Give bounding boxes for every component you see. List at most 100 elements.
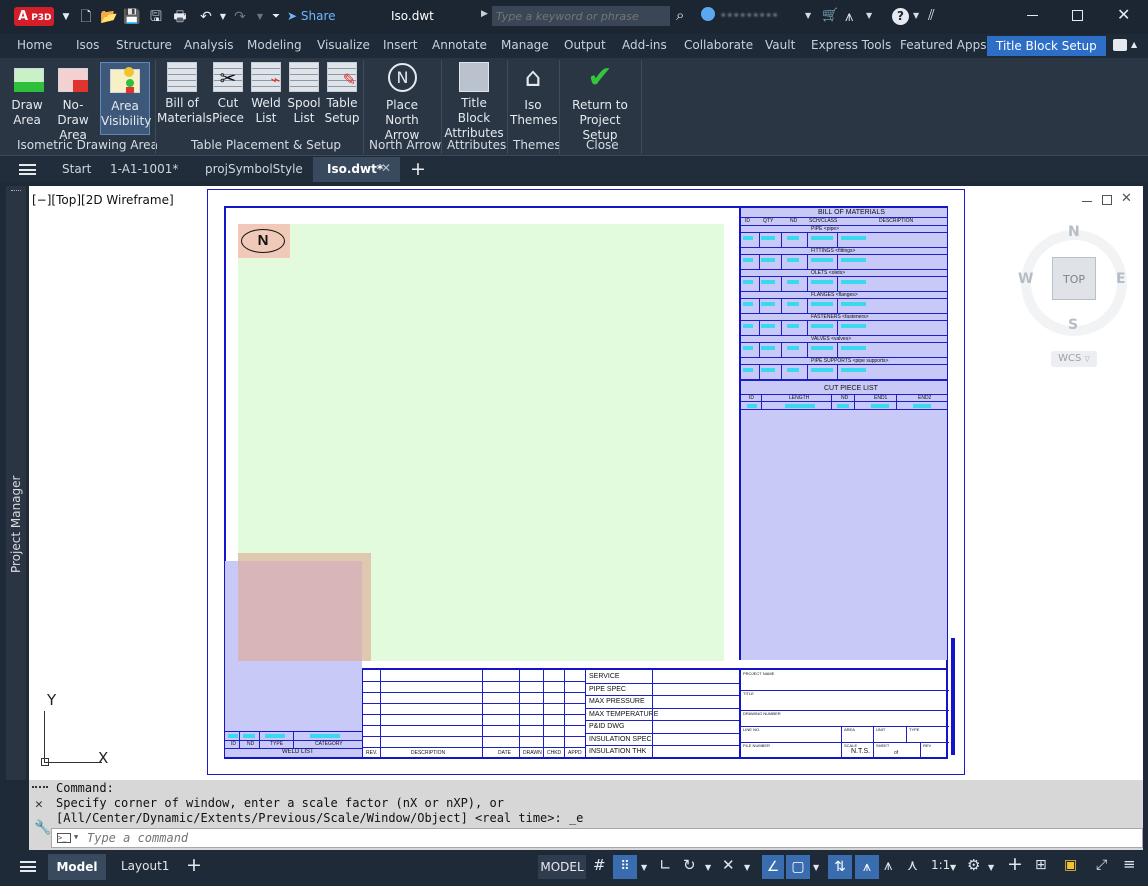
viewcube-north[interactable]: N (1068, 224, 1080, 240)
object-snap-tracking-icon[interactable]: ∠ (762, 855, 784, 879)
model-space-button[interactable]: MODEL (538, 855, 586, 879)
command-dropdown-icon[interactable]: ▼ (74, 833, 78, 841)
north-arrow-symbol[interactable]: N (241, 229, 285, 253)
viewport-minimize-icon[interactable] (1082, 199, 1092, 202)
isodraft-icon[interactable]: ✕ (722, 856, 735, 874)
app-logo[interactable]: A P3D (14, 7, 54, 26)
snap-mode-icon[interactable]: ⠿ (613, 855, 637, 879)
tab-title-block-setup[interactable]: Title Block Setup (987, 36, 1106, 56)
tab-analysis[interactable]: Analysis (184, 38, 233, 52)
polar-dropdown-icon[interactable]: ▼ (705, 863, 711, 872)
table-setup-button[interactable]: ✎ Table Setup (323, 62, 361, 126)
hamburger-menu-icon[interactable] (19, 164, 36, 175)
open-folder-icon[interactable]: 📂 (99, 7, 119, 27)
customize-qat-icon[interactable]: ⏷ (266, 7, 286, 27)
no-draw-area-button[interactable]: No-Draw Area (48, 62, 98, 143)
drawing-canvas[interactable]: [−][Top][2D Wireframe] N BILL OF MATERIA… (29, 186, 1143, 780)
layout1-tab[interactable]: Layout1 (121, 859, 169, 873)
viewcube-south[interactable]: S (1068, 317, 1078, 333)
tab-home[interactable]: Home (17, 38, 52, 52)
help-dropdown-icon[interactable]: ▼ (913, 11, 919, 20)
help-icon[interactable]: ? (892, 8, 909, 25)
osnap-dropdown-icon[interactable]: ▼ (813, 863, 819, 872)
hardware-acceleration-icon[interactable]: ▣ (1064, 857, 1077, 873)
dynamic-ucs-icon[interactable]: ⇅ (828, 855, 852, 879)
save-as-icon[interactable]: 🖫 (146, 7, 166, 27)
viewcube-top-face[interactable]: TOP (1052, 257, 1096, 300)
tab-express-tools[interactable]: Express Tools (811, 38, 891, 52)
save-icon[interactable]: 💾 (122, 7, 142, 27)
print-icon[interactable]: 🖶 (170, 7, 190, 27)
annotation-scale-icon[interactable]: ⋏ (907, 856, 918, 874)
doc-tab-start[interactable]: Start (62, 162, 91, 176)
share-button[interactable]: ➤ Share (287, 9, 336, 23)
return-to-project-setup-button[interactable]: ✔ Return to Project Setup (562, 62, 638, 143)
annotation-autoscale-icon[interactable]: ⩚ (884, 856, 892, 874)
viewport-restore-icon[interactable] (1102, 195, 1112, 205)
connect-icon[interactable]: ⫽ (928, 6, 935, 24)
command-prompt-icon[interactable]: >_ (57, 833, 71, 843)
tab-modeling[interactable]: Modeling (247, 38, 302, 52)
tab-isos[interactable]: Isos (76, 38, 99, 52)
scale-dropdown-icon[interactable]: ▼ (950, 863, 956, 872)
layout-menu-icon[interactable] (20, 861, 36, 872)
user-icon[interactable] (701, 7, 715, 21)
user-dropdown-icon[interactable]: ▼ (805, 11, 811, 20)
search-expand-icon[interactable]: ▶ (481, 9, 488, 19)
command-grip-icon[interactable] (32, 786, 48, 790)
tab-insert[interactable]: Insert (383, 38, 417, 52)
area-visibility-button[interactable]: Area Visibility (100, 62, 151, 135)
tab-featured-apps[interactable]: Featured Apps (900, 38, 986, 52)
ortho-icon[interactable]: ∟ (659, 856, 672, 874)
iso-themes-button[interactable]: ⌂ Iso Themes (510, 62, 558, 128)
fullscreen-icon[interactable]: ⤢ (1096, 857, 1107, 873)
cart-icon[interactable]: 🛒 (822, 8, 838, 23)
viewport-label[interactable]: [−][Top][2D Wireframe] (32, 193, 174, 207)
draw-area-button[interactable]: Draw Area (7, 62, 47, 128)
search-input[interactable] (492, 6, 670, 26)
new-file-icon[interactable]: 🗋 (76, 7, 96, 27)
tab-visualize[interactable]: Visualize (317, 38, 370, 52)
spool-list-button[interactable]: Spool List (286, 62, 322, 126)
viewport-close-icon[interactable]: ✕ (1121, 191, 1132, 206)
close-tab-icon[interactable]: ✕ (381, 161, 391, 175)
tab-add-ins[interactable]: Add-ins (622, 38, 667, 52)
tab-manage[interactable]: Manage (501, 38, 549, 52)
workspace-dropdown-icon[interactable]: ▼ (988, 863, 994, 872)
account-dropdown-icon[interactable]: ▼ (866, 11, 872, 20)
polar-tracking-icon[interactable]: ↻ (683, 856, 696, 874)
tab-collaborate[interactable]: Collaborate (684, 38, 753, 52)
app-menu-chevron-icon[interactable]: ▼ (56, 7, 76, 27)
command-customize-icon[interactable]: 🔧 (34, 820, 51, 836)
title-block-attributes-button[interactable]: Title Block Attributes (444, 62, 504, 141)
doc-tab-iso-active[interactable]: Iso.dwt* ✕ (313, 157, 400, 182)
command-close-icon[interactable]: ✕ (35, 797, 43, 812)
new-tab-plus-icon[interactable]: + (410, 158, 426, 180)
wcs-dropdown[interactable]: WCS ▽ (1051, 351, 1097, 367)
project-manager-sidebar[interactable]: Project Manager (6, 186, 26, 780)
redo-icon[interactable]: ↷ (230, 7, 250, 27)
add-plus-icon[interactable]: + (1007, 853, 1023, 875)
customize-statusbar-icon[interactable]: ≡ (1123, 855, 1136, 873)
tab-vault[interactable]: Vault (765, 38, 795, 52)
tab-structure[interactable]: Structure (116, 38, 172, 52)
annotation-scale-value[interactable]: 1:1 (931, 858, 950, 872)
doc-tab-1-a1-1001[interactable]: 1-A1-1001* (110, 162, 178, 176)
ribbon-minimize-icon[interactable] (1113, 39, 1127, 51)
ribbon-options-icon[interactable]: ▲ (1131, 40, 1137, 49)
isodraft-dropdown-icon[interactable]: ▼ (744, 863, 750, 872)
doc-tab-projsymbolstyle[interactable]: projSymbolStyle (205, 162, 303, 176)
cut-piece-button[interactable]: ✂ Cut Piece (210, 62, 246, 126)
annotation-visibility-icon[interactable]: ⩚ (855, 855, 879, 879)
model-tab[interactable]: Model (48, 854, 106, 880)
weld-list-button[interactable]: ⌁ Weld List (248, 62, 284, 126)
autodesk-account-icon[interactable]: ⩚ (845, 7, 853, 25)
viewcube-west[interactable]: W (1018, 271, 1033, 287)
place-north-arrow-button[interactable]: N Place North Arrow (366, 62, 438, 143)
tab-annotate[interactable]: Annotate (432, 38, 487, 52)
object-snap-icon[interactable]: ▢ (786, 855, 810, 879)
add-layout-plus-icon[interactable]: + (186, 854, 202, 876)
search-icon[interactable]: ⌕ (676, 6, 684, 24)
viewcube-east[interactable]: E (1116, 271, 1126, 287)
minimize-icon[interactable] (1027, 15, 1038, 16)
